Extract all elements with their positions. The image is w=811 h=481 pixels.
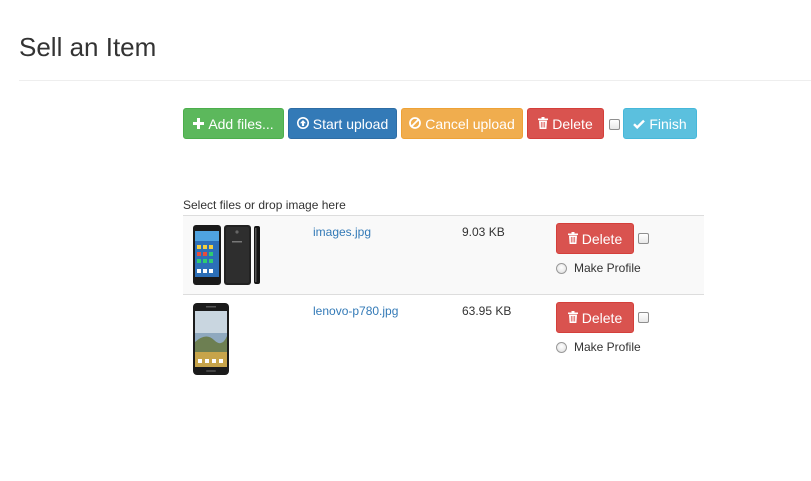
file-size: 63.95 KB (462, 304, 512, 318)
trash-icon (567, 225, 578, 254)
file-thumbnail (192, 223, 262, 292)
plus-icon (193, 110, 205, 139)
sell-item-page: Sell an Item Add files... Start upload C… (0, 0, 811, 481)
cancel-upload-button[interactable]: Cancel upload (401, 108, 523, 139)
file-select-checkbox[interactable] (638, 233, 649, 244)
cancel-upload-label: Cancel upload (425, 115, 515, 132)
drop-zone-label[interactable]: Select files or drop image here (183, 198, 346, 213)
add-files-button[interactable]: Add files... (183, 108, 284, 139)
make-profile-radio[interactable] (556, 342, 567, 353)
check-icon (633, 110, 646, 139)
make-profile-label: Make Profile (574, 261, 641, 275)
trash-icon (538, 110, 549, 139)
finish-label: Finish (649, 115, 687, 132)
file-delete-button[interactable]: Delete (556, 223, 634, 254)
file-list: images.jpg 9.03 KB Delete Make Profile l… (183, 215, 704, 375)
file-name-link[interactable]: lenovo-p780.jpg (313, 304, 398, 318)
finish-button[interactable]: Finish (623, 108, 697, 139)
make-profile-label: Make Profile (574, 340, 641, 354)
start-upload-label: Start upload (312, 115, 389, 132)
file-select-checkbox[interactable] (638, 312, 649, 323)
file-name-link[interactable]: images.jpg (313, 225, 371, 239)
make-profile-radio[interactable] (556, 263, 567, 274)
trash-icon (567, 304, 578, 333)
add-files-label: Add files... (208, 115, 274, 132)
file-thumbnail (192, 302, 262, 381)
ban-icon (409, 110, 422, 139)
title-divider (19, 80, 811, 81)
file-row: lenovo-p780.jpg 63.95 KB Delete Make Pro… (183, 294, 704, 375)
upload-circle-icon (296, 110, 309, 139)
file-size: 9.03 KB (462, 225, 505, 239)
delete-all-label: Delete (552, 115, 593, 132)
file-row: images.jpg 9.03 KB Delete Make Profile (183, 215, 704, 294)
select-all-checkbox[interactable] (609, 119, 620, 130)
page-title: Sell an Item (19, 32, 157, 62)
delete-all-button[interactable]: Delete (527, 108, 604, 139)
start-upload-button[interactable]: Start upload (288, 108, 397, 139)
file-delete-label: Delete (581, 230, 623, 247)
file-delete-button[interactable]: Delete (556, 302, 634, 333)
file-delete-label: Delete (581, 309, 623, 326)
